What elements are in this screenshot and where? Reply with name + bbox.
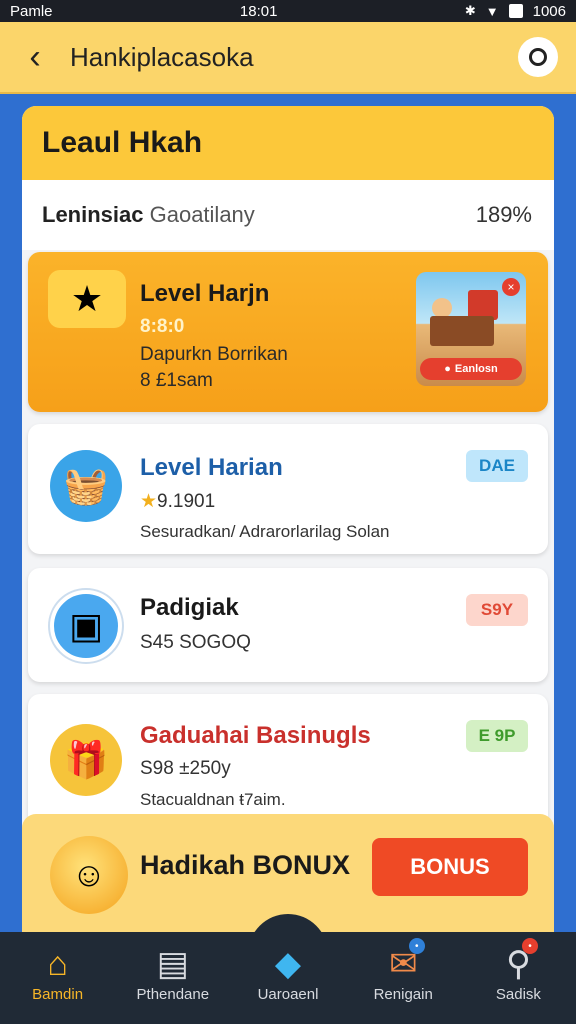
circle-icon [529,48,547,66]
card-desc: Stacualdnan ŧ7aim. [140,790,286,809]
notification-dot: • [522,938,539,954]
card-points: 8:8:0 [140,316,185,337]
nav-item-search[interactable]: ⚲ • Sadisk [461,932,576,1024]
app-header: ‹ Hankiplacasoka [0,22,576,94]
card-points: S98 ±250y [140,758,231,779]
nav-label: Sadisk [495,986,541,1003]
options-button[interactable] [518,37,558,77]
bonus-title: Hadikah BONUX [140,850,351,880]
puzzle-icon: ▣ [50,590,122,662]
card-points: ★9.1901 [140,490,215,513]
card-badge: DAE [466,450,528,482]
level-panel: Leaul Hkah Leninsiac Gaoatilany 189% ★ L… [22,106,554,906]
bonus-button[interactable]: BONUS [372,838,528,896]
home-icon: ⌂ [47,945,68,983]
status-bar: Pamle 18:01 ✱ ▼ 1006 [0,0,576,22]
status-indicators: ✱ ▼ 1006 [465,3,566,20]
reward-thumbnail[interactable]: × ● Eanlosn [416,272,526,386]
character-icon [432,298,452,318]
featured-level-card[interactable]: ★ Level Harjn 8:8:0 Dapurkn Borrikan 8 £… [28,252,548,412]
location-pin-icon: ● [444,363,451,375]
card-desc: S45 SOGOQ [140,632,251,653]
gift-box-icon: 🎁 [50,724,122,796]
ledger-icon: ▤ [156,945,189,983]
card-title: Level Harjn [140,280,270,307]
thumb-label-text: Eanlosn [454,363,498,375]
bluetooth-icon: ✱ [464,3,476,18]
card-desc: Dapurkn Borrikan [140,344,288,365]
battery-level: 1006 [532,2,566,20]
cube-icon: ◆ [274,945,302,983]
back-button[interactable]: ‹ [0,21,70,93]
level-card[interactable]: 🧺 Level Harian ★9.1901 Sesuradkan/ Adrar… [28,424,548,554]
close-icon[interactable]: × [502,278,520,296]
progress-value: 189% [475,202,532,227]
ticket-icon: ★ [48,270,126,328]
clock: 18:01 [239,2,278,20]
progress-row: Leninsiac Gaoatilany 189% [22,180,554,250]
battery-icon [508,4,523,18]
page-title: Hankiplacasoka [70,41,254,72]
card-title: Gaduahai Basinugls [140,722,371,749]
progress-label-sub: Gaoatilany [149,202,255,227]
nav-item-mail[interactable]: ✉ • Renigain [346,932,461,1024]
nav-label: Renigain [373,986,433,1003]
level-card[interactable]: ▣ Padigiak S45 SOGOQ S9Y [28,568,548,682]
bonus-mascot-icon: ☺ [50,836,128,914]
nav-label: Uaroaenl [257,986,319,1003]
bottom-nav: ⌂ Bamdin ▤ Pthendane ◆ Uaroaenl ✉ • Reni… [0,932,576,1024]
nav-item-center[interactable]: ◆ Uaroaenl [230,932,345,1024]
basket-icon: 🧺 [50,450,122,522]
progress-label: Leninsiac Gaoatilany [42,202,255,228]
progress-label-main: Leninsiac [42,202,144,227]
nav-item-ledger[interactable]: ▤ Pthendane [115,932,230,1024]
card-points-value: 9.1901 [157,491,216,512]
star-icon: ★ [140,491,158,512]
card-desc: Sesuradkan/ Adrarorlarilag Solan [140,522,390,541]
thumb-label: ● Eanlosn [420,358,522,380]
card-badge: E 9P [466,720,528,752]
card-badge: S9Y [466,594,528,626]
wifi-icon: ▼ [485,3,499,19]
table-icon [430,316,494,346]
level-card[interactable]: 🎁 Gaduahai Basinugls S98 ±250y Stacualdn… [28,694,548,834]
nav-label: Bamdin [32,986,84,1003]
notification-dot: • [408,938,425,954]
card-title: Padigiak [140,594,239,621]
card-subdesc: 8 £1sam [140,370,213,391]
panel-title: Leaul Hkah [22,106,554,180]
card-title: Level Harian [140,454,283,481]
nav-item-home[interactable]: ⌂ Bamdin [0,932,115,1024]
nav-label: Pthendane [136,986,210,1003]
carrier-label: Pamle [10,2,53,20]
back-arrow-icon: ‹ [29,37,41,76]
